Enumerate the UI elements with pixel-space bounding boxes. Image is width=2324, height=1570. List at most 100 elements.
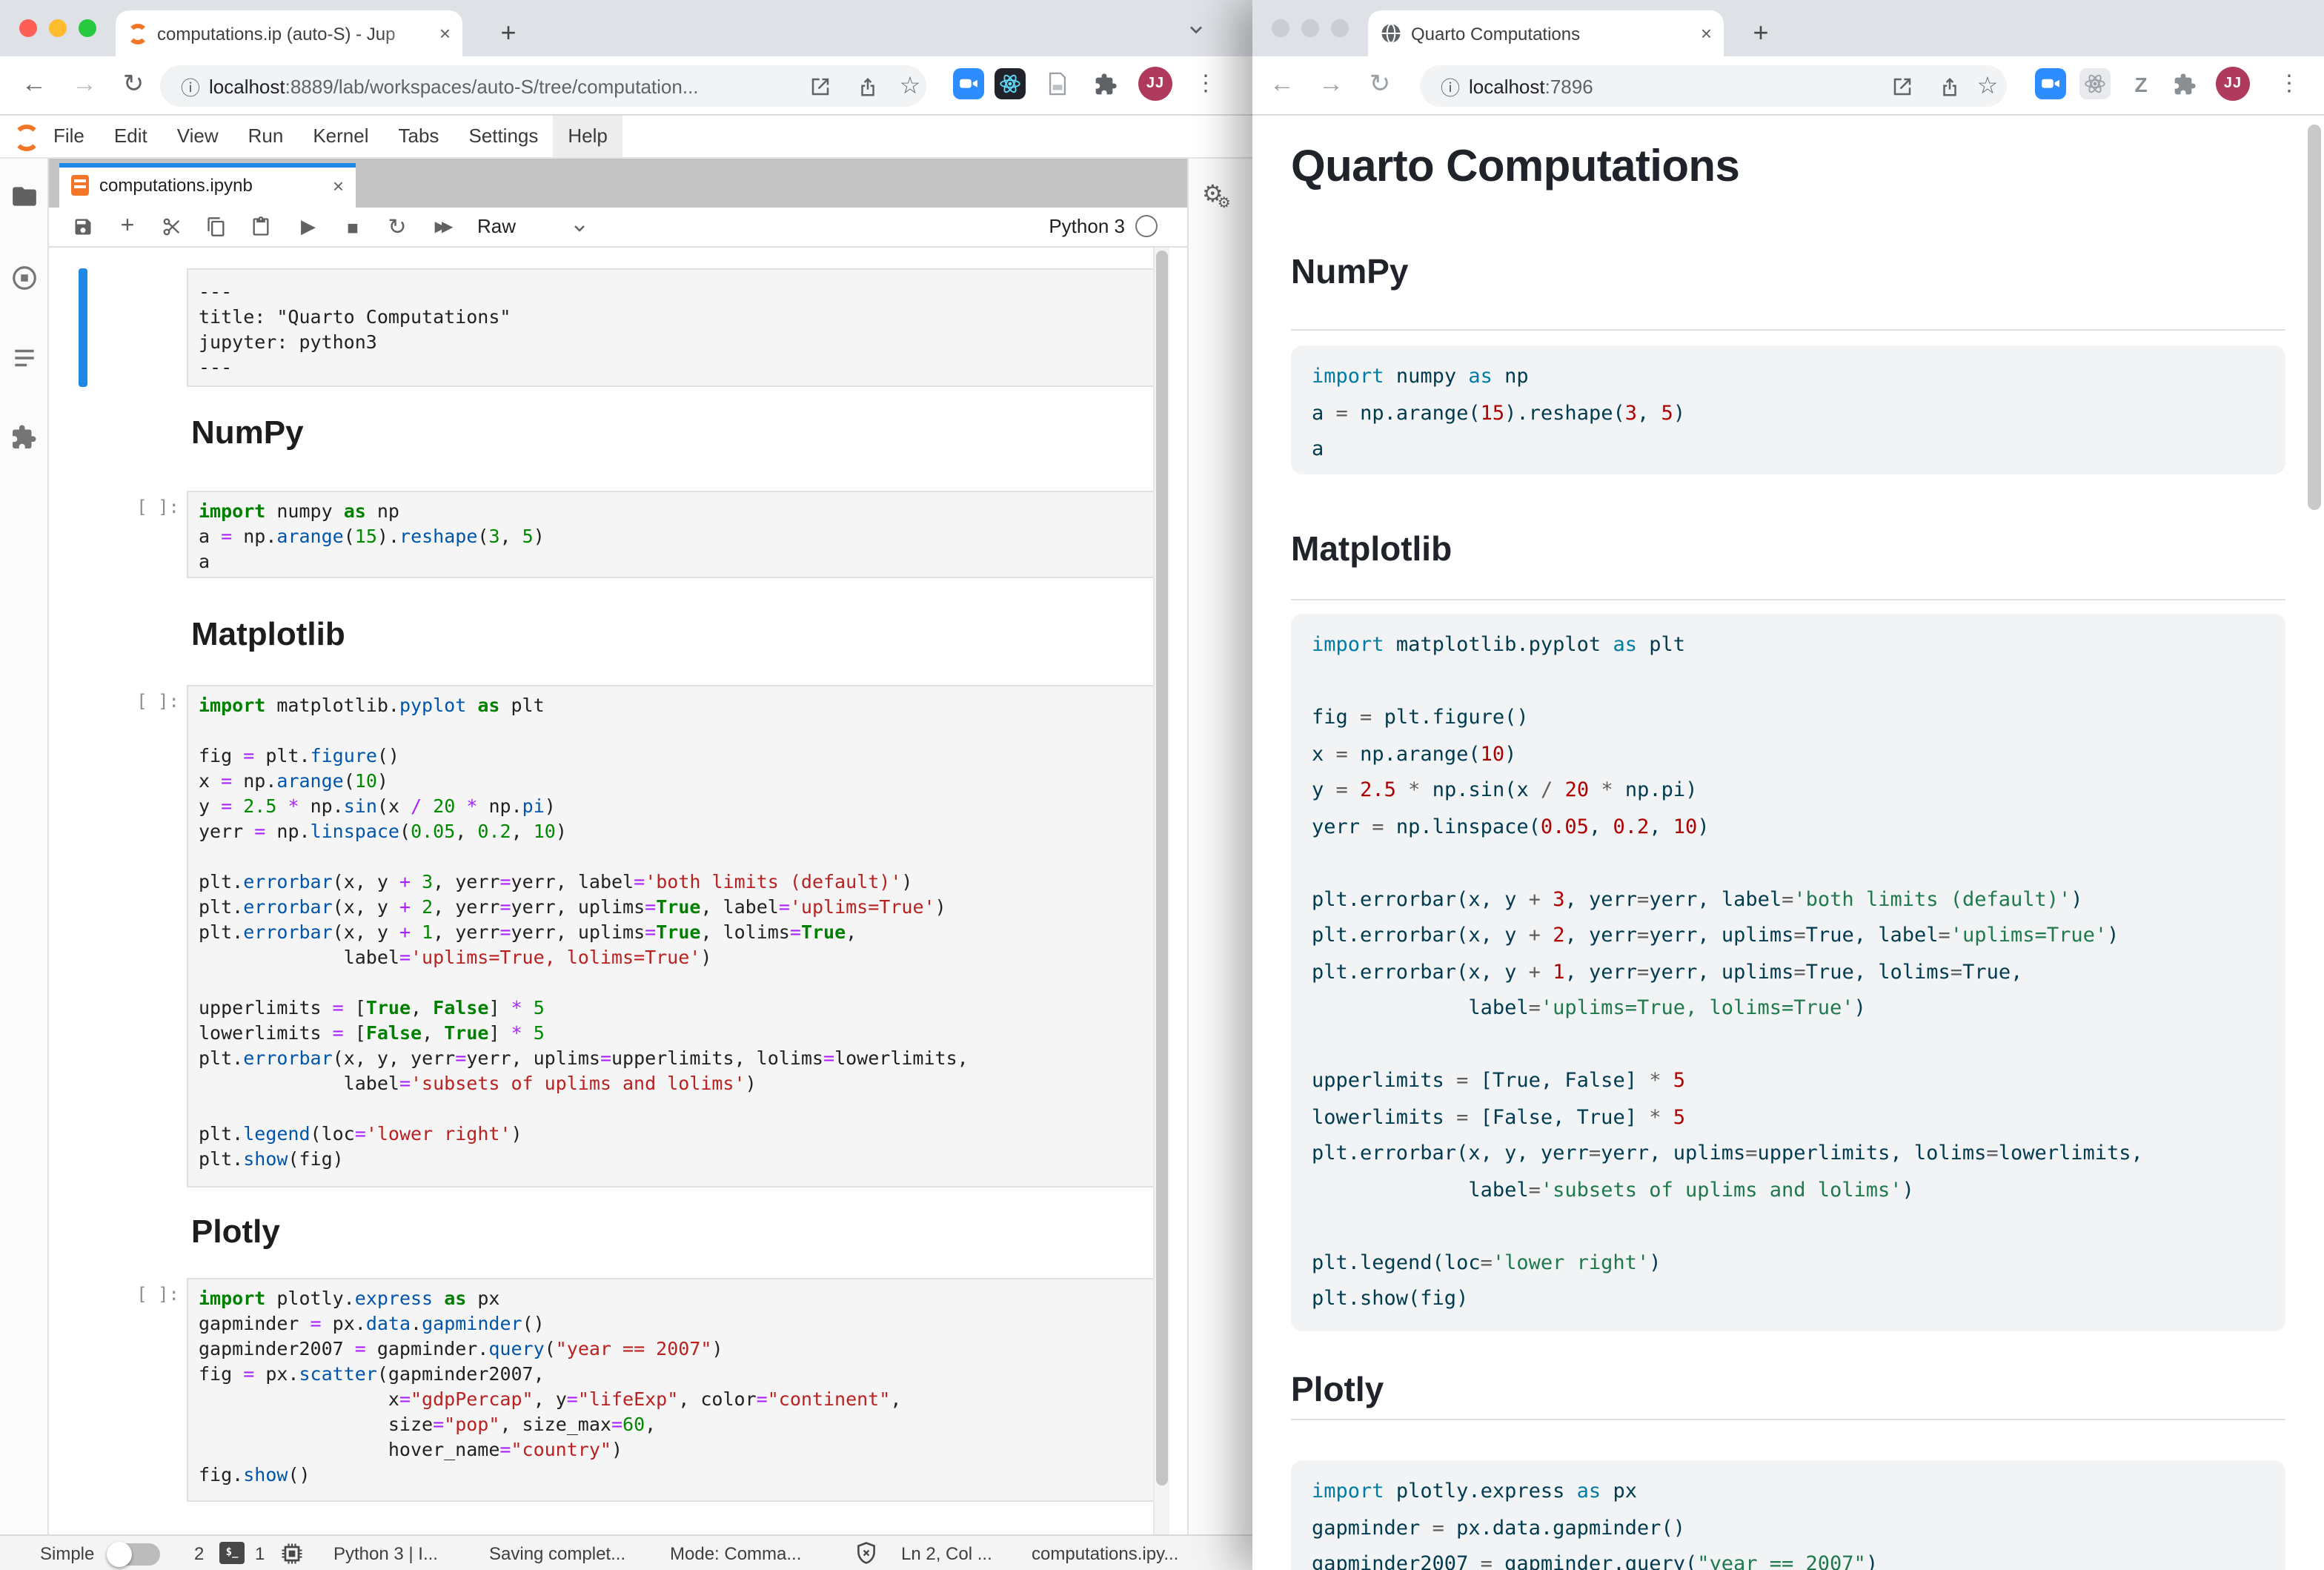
bookmark-star-icon[interactable]: ☆: [1971, 70, 2004, 102]
menu-edit[interactable]: Edit: [99, 116, 162, 157]
numpy-code-cell[interactable]: import numpy as npa = np.arange(15).resh…: [187, 491, 1159, 578]
restart-kernel-button[interactable]: ↻: [384, 213, 411, 240]
plotly-code-block: import plotly.express as pxgapminder = p…: [1291, 1460, 2285, 1570]
interrupt-kernel-button[interactable]: ■: [339, 213, 366, 240]
kernel-name-button[interactable]: Python 3: [1049, 215, 1125, 237]
close-window-button[interactable]: [1272, 19, 1289, 37]
section-divider: [1291, 329, 2285, 331]
raw-cell-editor[interactable]: ---title: "Quarto Computations"jupyter: …: [187, 268, 1159, 387]
forward-button[interactable]: →: [68, 68, 101, 101]
notebook-panel: computations.ipynb × +: [49, 159, 1187, 1534]
matplotlib-code-cell[interactable]: import matplotlib.pyplot as plt fig = pl…: [187, 685, 1159, 1188]
document-extension-icon[interactable]: [1042, 68, 1073, 99]
open-in-new-icon[interactable]: [1885, 70, 1918, 102]
simple-mode-toggle[interactable]: [107, 1543, 160, 1566]
tab-close-icon[interactable]: ×: [1701, 24, 1712, 43]
paste-cell-button[interactable]: [248, 213, 274, 240]
menu-tabs[interactable]: Tabs: [384, 116, 454, 157]
page-scrollbar[interactable]: [2308, 125, 2321, 510]
property-inspector-gear-icon[interactable]: ⚙⚙: [1202, 179, 1237, 209]
address-bar[interactable]: ⓘ localhost:8889/lab/workspaces/auto-S/t…: [160, 65, 926, 107]
address-bar[interactable]: ⓘ localhost:7896 ☆: [1420, 65, 2007, 107]
reload-button[interactable]: ↻: [1364, 68, 1396, 101]
kernel-status-icon[interactable]: [1135, 215, 1158, 237]
cut-cell-button[interactable]: [159, 213, 185, 240]
zoom-extension-icon[interactable]: [953, 68, 984, 99]
restart-run-all-button[interactable]: ▶▶: [428, 213, 455, 240]
menu-help[interactable]: Help: [553, 116, 622, 157]
jupyterlab-right-sidebar: ⚙⚙: [1187, 159, 1252, 1534]
browser-menu-icon[interactable]: ⋮: [1195, 70, 1217, 96]
notebook-scrollbar[interactable]: [1153, 248, 1169, 1534]
open-in-new-icon[interactable]: [803, 70, 836, 102]
zoom-window-button[interactable]: [79, 19, 96, 37]
trust-shield-icon[interactable]: [854, 1540, 880, 1567]
matplotlib-code-block: import matplotlib.pyplot as plt fig = pl…: [1291, 614, 2285, 1331]
menu-kernel[interactable]: Kernel: [298, 116, 383, 157]
cell-type-chevron-icon[interactable]: [571, 219, 588, 237]
extension-manager-icon[interactable]: [10, 424, 39, 452]
menu-file[interactable]: File: [39, 116, 99, 157]
notebook-tab[interactable]: computations.ipynb ×: [59, 163, 356, 208]
globe-favicon: [1380, 22, 1402, 44]
minimize-window-button[interactable]: [49, 19, 67, 37]
terminal-icon[interactable]: $_: [219, 1542, 245, 1564]
menu-settings[interactable]: Settings: [454, 116, 553, 157]
tab-search-chevron-icon[interactable]: [1186, 19, 1206, 40]
plotly-code-cell[interactable]: import plotly.express as pxgapminder = p…: [187, 1278, 1159, 1502]
desktop: computations.ip (auto-S) - Jup × + ← → ↻…: [0, 0, 2324, 1570]
left-tab-strip: computations.ip (auto-S) - Jup × +: [0, 0, 1252, 56]
add-cell-button[interactable]: +: [114, 213, 141, 240]
cell-type-dropdown[interactable]: Raw: [477, 215, 516, 237]
back-button[interactable]: ←: [1266, 68, 1298, 101]
back-button[interactable]: ←: [18, 68, 50, 101]
extensions-puzzle-icon[interactable]: [2168, 68, 2200, 99]
page-title: Quarto Computations: [1291, 142, 1739, 193]
close-window-button[interactable]: [19, 19, 37, 37]
new-tab-button[interactable]: +: [489, 13, 528, 52]
new-tab-button[interactable]: +: [1742, 13, 1780, 52]
react-extension-icon[interactable]: [995, 68, 1026, 99]
share-icon[interactable]: [851, 70, 883, 102]
notebook-content: ---title: "Quarto Computations"jupyter: …: [49, 248, 1187, 1534]
save-button[interactable]: [70, 213, 96, 240]
kernel-status-text[interactable]: Python 3 | I...: [333, 1543, 438, 1564]
notebook-file-icon: [71, 175, 89, 196]
share-icon[interactable]: [1933, 70, 1965, 102]
notebook-tab-bar: computations.ipynb ×: [49, 159, 1187, 208]
terminals-count: 2: [194, 1543, 204, 1564]
tab-close-icon[interactable]: ×: [439, 24, 451, 43]
browser-tab-quarto[interactable]: Quarto Computations ×: [1368, 10, 1724, 56]
reload-button[interactable]: ↻: [117, 68, 150, 101]
notebook-tab-close-icon[interactable]: ×: [333, 176, 344, 195]
site-info-icon[interactable]: ⓘ: [1441, 73, 1460, 101]
browser-menu-icon[interactable]: ⋮: [2278, 70, 2300, 96]
site-info-icon[interactable]: ⓘ: [181, 73, 200, 101]
menu-view[interactable]: View: [162, 116, 233, 157]
forward-button[interactable]: →: [1315, 68, 1347, 101]
z-extension-icon[interactable]: Z: [2125, 68, 2157, 99]
file-browser-icon[interactable]: [10, 182, 39, 211]
zoom-extension-icon[interactable]: [2035, 68, 2066, 99]
bookmark-star-icon[interactable]: ☆: [894, 70, 926, 102]
profile-avatar[interactable]: JJ: [2216, 67, 2250, 101]
running-kernels-icon[interactable]: [10, 264, 39, 292]
jupyterlab-status-bar: Simple 2 $_ 1 Python 3 | I... Saving com…: [0, 1534, 1252, 1570]
url-text: localhost:8889/lab/workspaces/auto-S/tre…: [209, 76, 699, 98]
menu-run[interactable]: Run: [233, 116, 299, 157]
section-heading-plotly: Plotly: [1291, 1370, 1384, 1410]
run-cell-button[interactable]: ▶: [295, 213, 322, 240]
minimize-window-button[interactable]: [1301, 19, 1319, 37]
react-extension-icon[interactable]: [2079, 68, 2111, 99]
jupyterlab-browser-window: computations.ip (auto-S) - Jup × + ← → ↻…: [0, 0, 1252, 1570]
extensions-puzzle-icon[interactable]: [1089, 68, 1120, 99]
kernel-chip-icon[interactable]: [279, 1540, 305, 1567]
mode-indicator[interactable]: Mode: Comma...: [670, 1543, 801, 1564]
profile-avatar[interactable]: JJ: [1138, 67, 1172, 101]
cursor-position[interactable]: Ln 2, Col ...: [901, 1543, 992, 1564]
browser-tab-jupyterlab[interactable]: computations.ip (auto-S) - Jup ×: [116, 10, 462, 56]
tab-title: Quarto Computations: [1411, 23, 1692, 44]
table-of-contents-icon[interactable]: [10, 344, 39, 372]
zoom-window-button[interactable]: [1331, 19, 1349, 37]
copy-cell-button[interactable]: [203, 213, 230, 240]
